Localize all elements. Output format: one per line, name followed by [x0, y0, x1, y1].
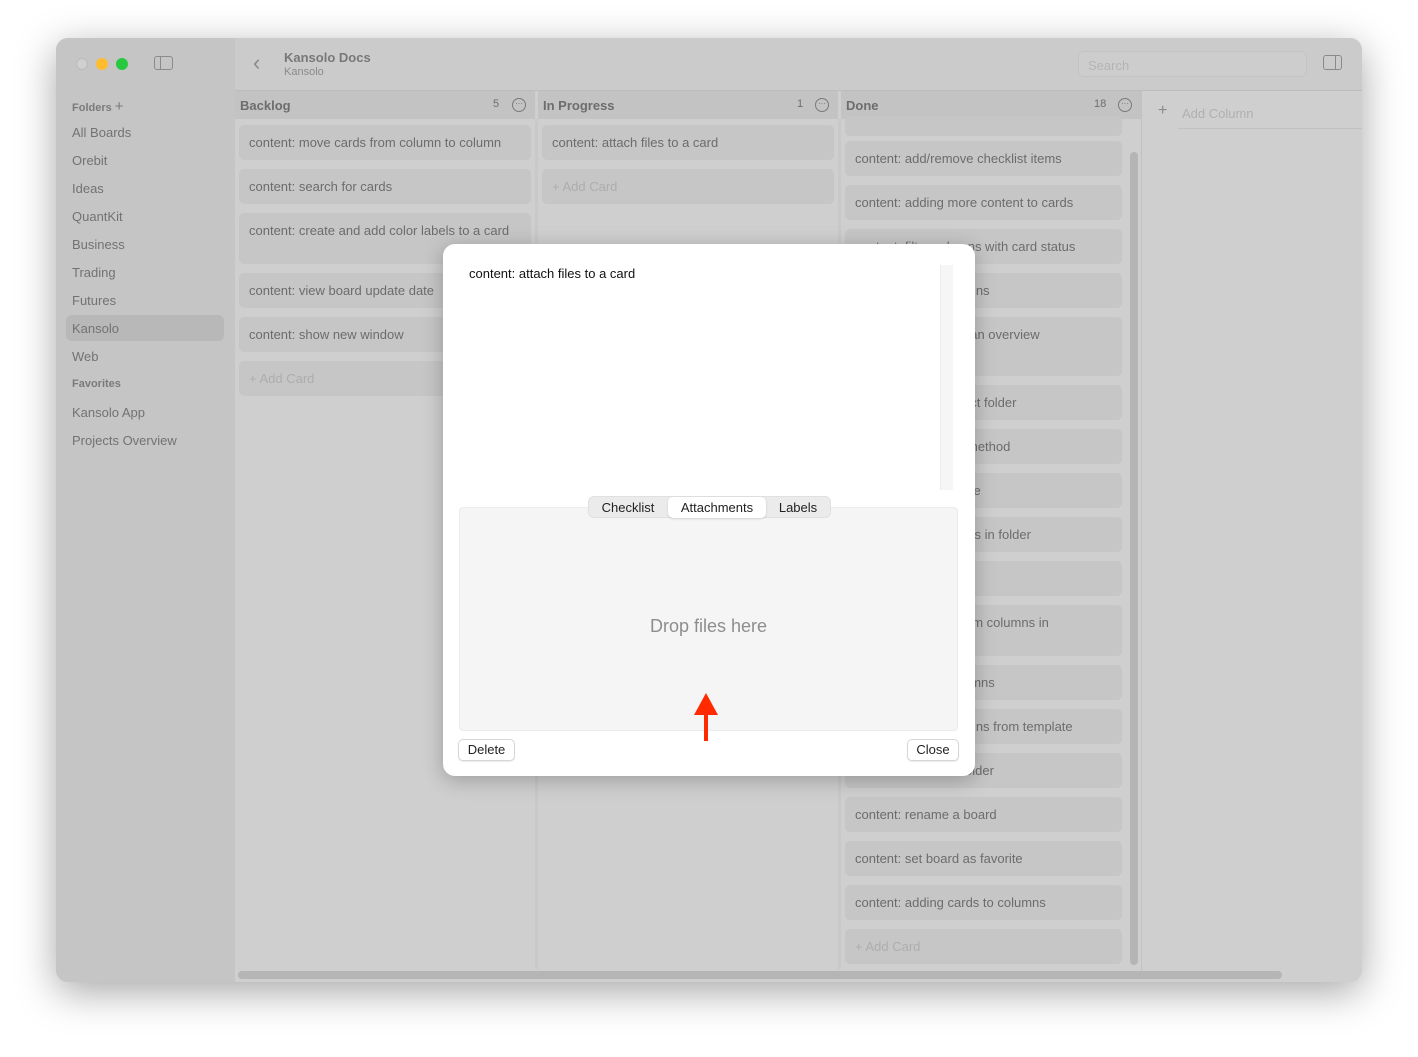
add-column-plus-icon[interactable]: + — [1158, 102, 1167, 120]
drop-files-label: Drop files here — [649, 616, 768, 636]
close-button[interactable]: Close — [907, 739, 959, 761]
card[interactable]: content: rename a board — [845, 797, 1122, 832]
column-title: Backlog — [240, 98, 291, 113]
folders-heading: Folders — [72, 102, 112, 114]
column-title: Done — [846, 98, 879, 113]
search-input[interactable]: Search — [1078, 51, 1307, 77]
card-detail-dialog: content: attach files to a card Drop fil… — [443, 244, 975, 776]
sidebar-toggle-icon[interactable] — [154, 56, 173, 70]
sidebar-item-futures[interactable]: Futures — [66, 287, 224, 313]
card[interactable]: content: adding cards to columns — [845, 885, 1122, 920]
card-text-editor[interactable]: content: attach files to a card — [469, 266, 635, 281]
editor-scrollbar[interactable] — [940, 265, 953, 490]
sidebar-item-orebit[interactable]: Orebit — [66, 147, 224, 173]
card[interactable]: content: search for cards — [239, 169, 531, 204]
column-header-in-progress: In Progress 1 ··· — [538, 91, 838, 119]
back-chevron-icon[interactable]: ‹ — [253, 50, 260, 76]
sidebar-item-ideas[interactable]: Ideas — [66, 175, 224, 201]
board-subtitle: Kansolo — [284, 66, 324, 78]
favorite-projects-overview[interactable]: Projects Overview — [66, 427, 224, 453]
horizontal-scrollbar[interactable] — [238, 971, 1282, 979]
add-column-button[interactable]: Add Column — [1182, 106, 1254, 121]
column-more-icon[interactable]: ··· — [512, 98, 526, 112]
card-count: 18 — [1094, 98, 1107, 110]
delete-button[interactable]: Delete — [458, 739, 515, 761]
card[interactable]: content: adding more content to cards — [845, 185, 1122, 220]
add-folder-icon[interactable]: + — [115, 98, 124, 115]
tab-labels[interactable]: Labels — [766, 497, 830, 518]
red-arrow-up-icon — [694, 693, 718, 741]
favorites-heading: Favorites — [72, 378, 121, 390]
card[interactable]: content: set board as favorite — [845, 841, 1122, 876]
card[interactable]: content: attach files to a card — [542, 125, 834, 160]
card[interactable]: content: add/remove checklist items — [845, 141, 1122, 176]
card-partial[interactable] — [845, 116, 1122, 136]
card-count: 5 — [493, 98, 500, 110]
add-card-button[interactable]: + Add Card — [542, 169, 834, 204]
sidebar-item-business[interactable]: Business — [66, 231, 224, 257]
sidebar-item-web[interactable]: Web — [66, 343, 224, 369]
card[interactable]: content: move cards from column to colum… — [239, 125, 531, 160]
sidebar-item-all-boards[interactable]: All Boards — [66, 119, 224, 145]
sidebar: Folders + All Boards Orebit Ideas QuantK… — [56, 38, 235, 982]
minimize-window-button[interactable] — [96, 58, 108, 70]
favorite-kansolo-app[interactable]: Kansolo App — [66, 399, 224, 425]
tab-checklist[interactable]: Checklist — [589, 497, 667, 518]
close-window-button[interactable] — [76, 58, 88, 70]
sidebar-item-trading[interactable]: Trading — [66, 259, 224, 285]
inspector-toggle-icon[interactable] — [1323, 55, 1342, 70]
tab-segmented-control: Checklist Attachments Labels — [588, 496, 831, 518]
tab-attachments[interactable]: Attachments — [668, 497, 766, 518]
done-column-scrollbar[interactable] — [1130, 152, 1138, 965]
sidebar-item-kansolo[interactable]: Kansolo — [66, 315, 224, 341]
column-header-done: Done 18 ··· — [841, 91, 1141, 119]
column-more-icon[interactable]: ··· — [1118, 98, 1132, 112]
column-title: In Progress — [543, 98, 615, 113]
card-count: 1 — [797, 98, 804, 110]
board-title: Kansolo Docs — [284, 50, 371, 65]
sidebar-item-quantkit[interactable]: QuantKit — [66, 203, 224, 229]
column-header-backlog: Backlog 5 ··· — [235, 91, 535, 119]
column-more-icon[interactable]: ··· — [815, 98, 829, 112]
toolbar: ‹ Kansolo Docs Kansolo Search — [235, 38, 1362, 91]
zoom-window-button[interactable] — [116, 58, 128, 70]
add-card-button[interactable]: + Add Card — [845, 929, 1122, 964]
attachments-drop-zone[interactable]: Drop files here — [459, 507, 958, 741]
